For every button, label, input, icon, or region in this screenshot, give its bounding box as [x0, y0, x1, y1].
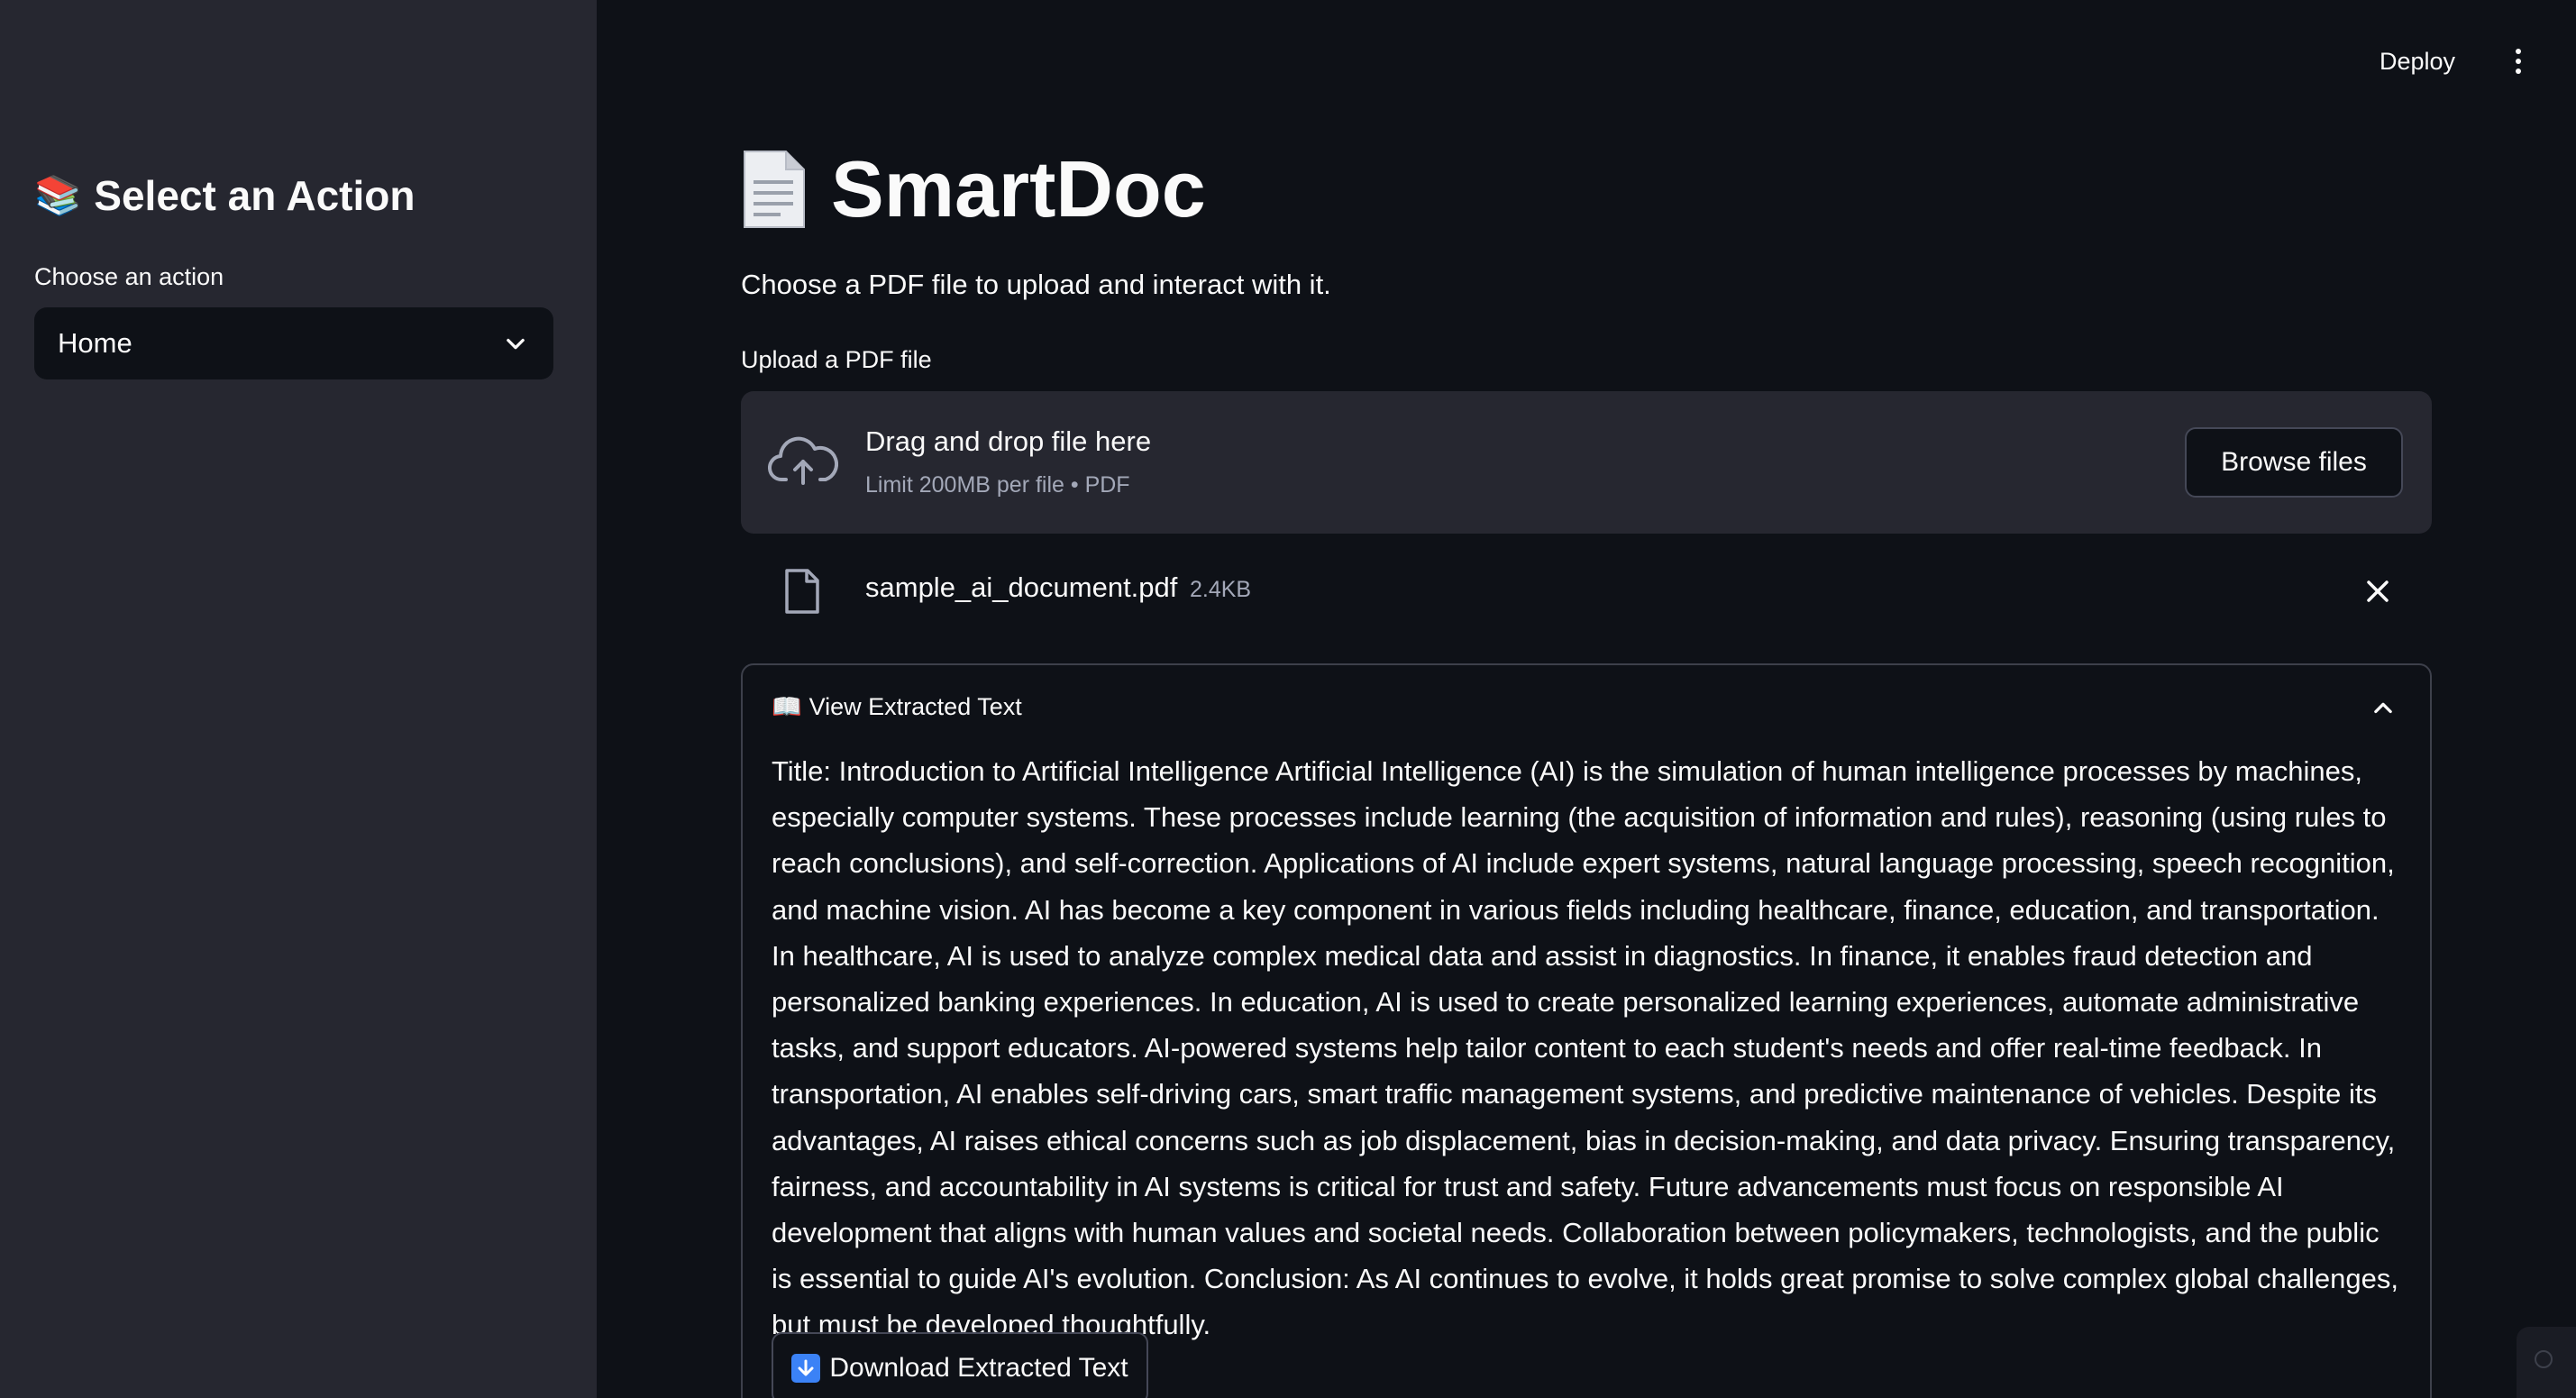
kebab-dot: [2516, 69, 2521, 74]
extracted-text: Title: Introduction to Artificial Intell…: [772, 755, 2398, 1341]
status-indicator-icon: [2535, 1350, 2553, 1368]
cloud-upload-icon: [768, 436, 838, 485]
action-select[interactable]: Home: [34, 307, 553, 379]
file-size: 2.4KB: [1190, 577, 1252, 602]
page-title: SmartDoc: [741, 140, 1206, 239]
expander-header[interactable]: 📖 View Extracted Text: [743, 665, 2430, 750]
action-select-label: Choose an action: [34, 263, 224, 290]
extracted-text-expander: 📖 View Extracted Text Title: Introductio…: [741, 663, 2432, 1398]
status-widget[interactable]: [2517, 1327, 2576, 1398]
sidebar-title-text: Select an Action: [94, 172, 416, 219]
sidebar-title: 📚 Select an Action: [34, 171, 415, 220]
dropzone-instructions: Drag and drop file here: [865, 425, 1152, 457]
uploaded-file: sample_ai_document.pdf 2.4KB: [741, 553, 2432, 629]
intro-text: Choose a PDF file to upload and interact…: [741, 269, 1331, 300]
kebab-dot: [2516, 49, 2521, 54]
open-book-icon: 📖: [772, 693, 802, 720]
down-arrow-icon: [791, 1354, 821, 1383]
close-icon[interactable]: [2363, 577, 2392, 606]
expander-title-text: View Extracted Text: [808, 692, 1022, 720]
expander-title: 📖 View Extracted Text: [772, 692, 1022, 721]
app-root: 📚 Select an Action Choose an action Home…: [0, 0, 2576, 1398]
browse-files-button[interactable]: Browse files: [2185, 427, 2403, 498]
chevron-down-icon: [507, 338, 525, 350]
page-title-text: SmartDoc: [831, 144, 1206, 233]
deploy-button[interactable]: Deploy: [2380, 41, 2455, 81]
file-dropzone[interactable]: Drag and drop file here Limit 200MB per …: [741, 391, 2432, 534]
upload-label: Upload a PDF file: [741, 346, 932, 373]
chevron-up-icon: [2374, 702, 2392, 714]
kebab-dot: [2516, 59, 2521, 64]
action-select-value: Home: [58, 327, 132, 359]
download-text-button[interactable]: Download Extracted Text: [772, 1332, 1148, 1398]
file-name: sample_ai_document.pdf: [865, 571, 1178, 603]
books-icon: 📚: [34, 173, 82, 216]
file-icon: [785, 569, 819, 614]
dropzone-limit: Limit 200MB per file • PDF: [865, 472, 1130, 498]
sidebar: 📚 Select an Action Choose an action Home: [0, 0, 597, 1398]
kebab-menu-icon[interactable]: [2502, 41, 2535, 81]
download-button-label: Download Extracted Text: [829, 1353, 1128, 1383]
document-icon: [744, 151, 805, 228]
